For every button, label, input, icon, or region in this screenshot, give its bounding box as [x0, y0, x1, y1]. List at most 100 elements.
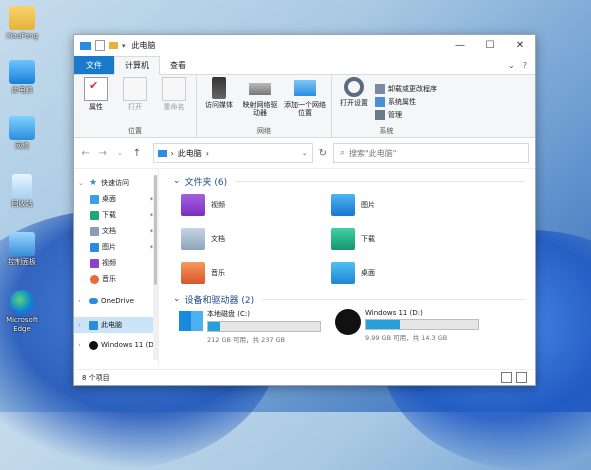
ribbon-group-label: 网络: [257, 127, 271, 135]
drive-size: 212 GB 可用，共 237 GB: [207, 336, 286, 344]
desktop-icon-network[interactable]: 网络: [2, 116, 42, 151]
drives-section-header[interactable]: ⌄ 设备和驱动器 (2): [173, 291, 525, 307]
add-network-location-button[interactable]: 添加一个网络位置: [283, 77, 327, 126]
breadcrumb-separator: ›: [205, 148, 209, 158]
folder-pictures[interactable]: 图片: [331, 193, 481, 217]
large-icons-view-icon[interactable]: [516, 372, 527, 383]
folder-music[interactable]: 音乐: [181, 261, 331, 285]
nav-item-downloads[interactable]: 下载 ✦: [74, 207, 158, 223]
title-bar: ▾ 此电脑 — ☐ ✕: [74, 35, 535, 56]
breadcrumb-this-pc[interactable]: 此电脑: [178, 148, 202, 159]
folder-videos[interactable]: 视频: [181, 193, 331, 217]
ribbon-group-label: 位置: [128, 127, 142, 135]
folder-quick-icon[interactable]: [109, 42, 118, 49]
network-location-icon: [294, 80, 316, 96]
monitor-icon: [9, 60, 35, 84]
nav-item-label: OneDrive: [101, 297, 134, 305]
back-arrow-icon[interactable]: ←: [80, 148, 91, 159]
nav-item-drive-d[interactable]: › Windows 11 (D:: [74, 337, 158, 353]
help-icon[interactable]: ?: [523, 61, 527, 70]
nav-item-documents[interactable]: 文档 ✦: [74, 223, 158, 239]
nav-item-this-pc[interactable]: › 此电脑: [74, 317, 158, 333]
folder-label: 桌面: [361, 269, 375, 277]
monitor-icon: [157, 149, 167, 157]
nav-item-pictures[interactable]: 图片 ✦: [74, 239, 158, 255]
button-label: 打开设置: [340, 99, 368, 107]
desktop-folder-icon: [331, 262, 355, 284]
tab-file[interactable]: 文件: [74, 56, 114, 74]
nav-item-label: 下载: [102, 211, 116, 219]
rename-button[interactable]: 重命名: [156, 77, 192, 126]
forward-arrow-icon[interactable]: →: [97, 148, 108, 159]
desktop-icon-edge[interactable]: Microsoft Edge: [2, 290, 42, 334]
open-settings-button[interactable]: 打开设置: [336, 77, 372, 126]
tab-view[interactable]: 查看: [160, 56, 196, 74]
chevron-down-icon[interactable]: ⌄: [173, 176, 181, 186]
chevron-down-icon[interactable]: ⌄: [173, 294, 181, 304]
folder-documents[interactable]: 文档: [181, 227, 331, 251]
uninstall-programs-button[interactable]: 卸载或更改程序: [375, 83, 437, 94]
programs-icon: [375, 83, 385, 94]
folder-downloads[interactable]: 下载: [331, 227, 481, 251]
nav-item-desktop[interactable]: 桌面 ✦: [74, 191, 158, 207]
nav-item-quick-access[interactable]: ⌄ ★ 快速访问: [74, 175, 158, 191]
desktop-icon-label: 网络: [15, 142, 29, 150]
desktop-icon-label: Microsoft Edge: [6, 316, 38, 333]
up-arrow-icon[interactable]: ↑: [131, 148, 142, 159]
chevron-right-icon[interactable]: ›: [78, 297, 86, 305]
nav-item-label: 快速访问: [101, 179, 129, 187]
nav-item-music[interactable]: 音乐: [74, 271, 158, 287]
desktop-icon-recycle-bin[interactable]: 回收站: [2, 174, 42, 209]
chevron-right-icon[interactable]: ›: [78, 321, 86, 329]
maximize-button[interactable]: ☐: [475, 35, 505, 56]
address-bar-row: ← → ⌄ ↑ › 此电脑 › ⌄ ↻ ⌕ 搜索"此电脑": [74, 138, 535, 169]
chevron-down-icon[interactable]: ▾: [122, 42, 126, 50]
refresh-icon[interactable]: ↻: [319, 148, 327, 159]
nav-item-onedrive[interactable]: › OneDrive: [74, 293, 158, 309]
drive-usage-fill: [208, 322, 220, 331]
desktop-icon-control-panel[interactable]: 控制面板: [2, 232, 42, 267]
recent-locations-chevron-icon[interactable]: ⌄: [114, 149, 125, 157]
button-label: 卸载或更改程序: [388, 84, 437, 93]
access-media-button[interactable]: 访问媒体: [201, 77, 237, 126]
system-properties-button[interactable]: 系统属性: [375, 96, 437, 107]
pictures-folder-icon: [331, 194, 355, 216]
section-title: 设备和驱动器 (2): [184, 295, 255, 306]
button-label: 添加一个网络位置: [284, 101, 326, 117]
close-button[interactable]: ✕: [505, 35, 535, 56]
drive-name: Windows 11 (D:): [365, 309, 423, 317]
tab-computer[interactable]: 计算机: [114, 56, 160, 75]
folders-section-header[interactable]: ⌄ 文件夹 (6): [173, 173, 525, 189]
button-label: 管理: [388, 110, 402, 119]
desktop-icon-this-pc[interactable]: 此电脑: [2, 60, 42, 95]
chevron-down-icon[interactable]: ⌄: [78, 179, 86, 187]
map-network-drive-button[interactable]: 映射网络驱动器: [240, 77, 280, 126]
chevron-down-icon[interactable]: ⌄: [302, 149, 308, 157]
desktop-icon-user-folder[interactable]: XiaoFeng: [2, 6, 42, 41]
desktop-icon-label: 回收站: [11, 200, 33, 208]
manage-button[interactable]: 管理: [375, 109, 437, 120]
drive-d[interactable]: Windows 11 (D:) 9.99 GB 可用，共 14.3 GB: [335, 309, 479, 344]
nav-scrollbar[interactable]: [153, 175, 158, 360]
address-box[interactable]: › 此电脑 › ⌄: [152, 143, 313, 163]
control-panel-icon: [9, 232, 35, 256]
open-button[interactable]: 打开: [117, 77, 153, 126]
drive-c[interactable]: 本地磁盘 (C:) 212 GB 可用，共 237 GB: [179, 309, 321, 344]
properties-quick-icon[interactable]: [95, 40, 105, 51]
file-explorer-window: ▾ 此电脑 — ☐ ✕ 文件 计算机 查看 ⌄ ? ✔ 属性 打开 重命名 位置…: [73, 34, 536, 386]
minimize-button[interactable]: —: [445, 35, 475, 56]
search-placeholder: 搜索"此电脑": [349, 148, 397, 158]
chevron-down-icon[interactable]: ⌄: [508, 61, 515, 70]
properties-button[interactable]: ✔ 属性: [78, 77, 114, 126]
search-input[interactable]: ⌕ 搜索"此电脑": [332, 143, 529, 163]
folder-label: 音乐: [211, 269, 225, 277]
chevron-right-icon[interactable]: ›: [78, 341, 86, 349]
recycle-bin-icon: [12, 174, 32, 198]
scrollbar-thumb[interactable]: [154, 175, 157, 285]
content-pane: ⌄ 文件夹 (6) 视频 图片 文档 下载 音乐 桌面 ⌄ 设备和驱动器 (2)…: [159, 169, 535, 366]
nav-item-label: Windows 11 (D:: [101, 341, 157, 349]
nav-item-videos[interactable]: 视频: [74, 255, 158, 271]
details-view-icon[interactable]: [501, 372, 512, 383]
nav-item-label: 音乐: [102, 275, 116, 283]
folder-desktop[interactable]: 桌面: [331, 261, 481, 285]
